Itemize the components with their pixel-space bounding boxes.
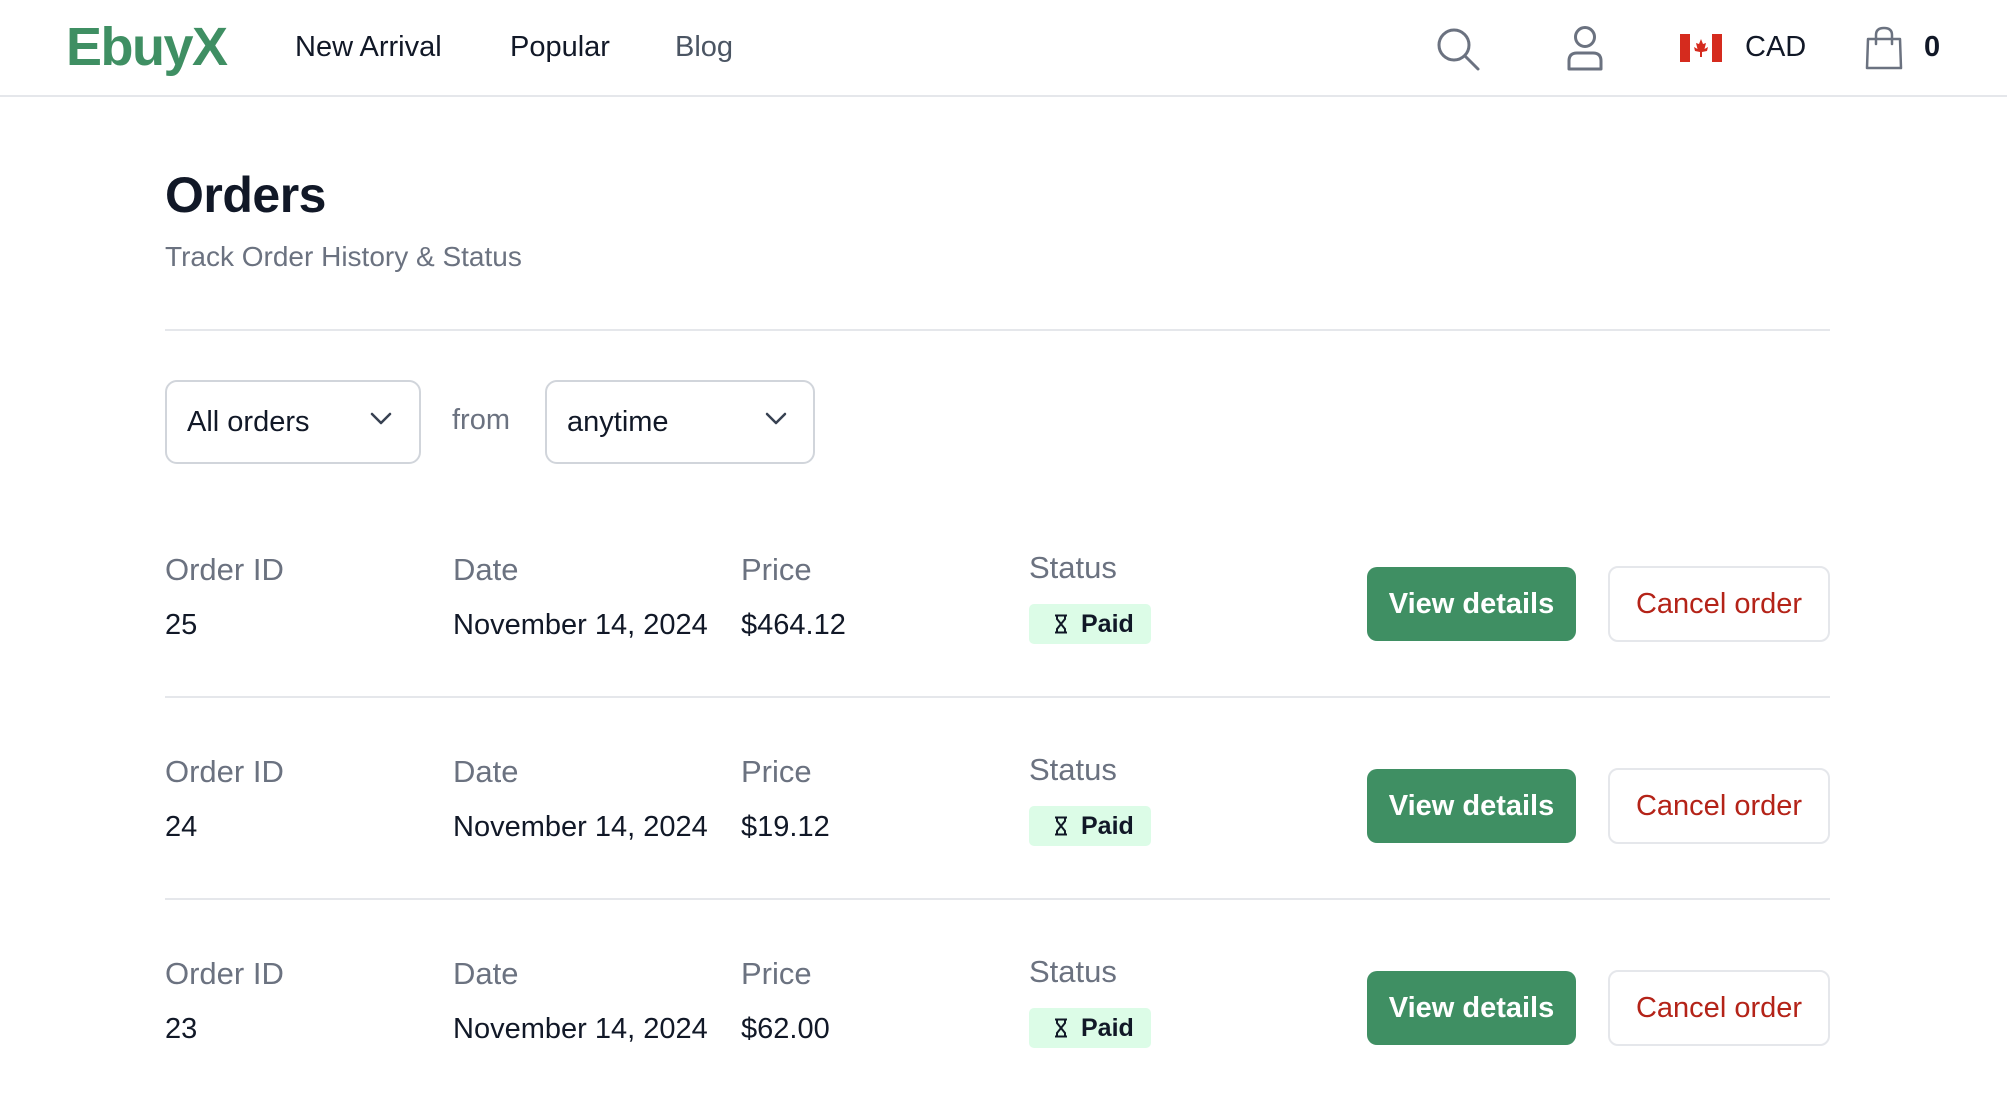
- hourglass-icon: [1053, 1018, 1069, 1043]
- chevron-down-icon: [370, 412, 392, 431]
- order-id-value: 23: [165, 1013, 198, 1045]
- price-label: Price: [741, 956, 812, 991]
- hourglass-icon: [1053, 816, 1069, 841]
- order-id-label: Order ID: [165, 552, 284, 587]
- currency-label[interactable]: CAD: [1745, 31, 1806, 64]
- title-divider: [165, 329, 1830, 331]
- shopping-bag-icon[interactable]: [1864, 26, 1904, 75]
- time-range-select[interactable]: anytime: [545, 380, 815, 464]
- user-icon[interactable]: [1566, 24, 1604, 77]
- order-row: Order ID 25 Date November 14, 2024 Price…: [165, 540, 1830, 742]
- date-label: Date: [453, 754, 519, 789]
- hourglass-icon: [1053, 614, 1069, 639]
- order-status-select[interactable]: All orders: [165, 380, 421, 464]
- orders-page: EbuyX New Arrival Popular Blog CAD 0 Ord…: [0, 0, 2007, 1095]
- order-row: Order ID 24 Date November 14, 2024 Price…: [165, 742, 1830, 944]
- nav-popular[interactable]: Popular: [510, 31, 610, 64]
- time-range-select-value: anytime: [567, 406, 669, 438]
- order-id-label: Order ID: [165, 754, 284, 789]
- canada-flag-icon[interactable]: [1680, 34, 1722, 67]
- view-details-button[interactable]: View details: [1367, 769, 1576, 843]
- price-value: $19.12: [741, 811, 830, 843]
- date-value: November 14, 2024: [453, 811, 708, 843]
- order-row: Order ID 23 Date November 14, 2024 Price…: [165, 944, 1830, 1095]
- nav-blog[interactable]: Blog: [675, 31, 733, 64]
- status-text: Paid: [1081, 610, 1134, 638]
- page-subtitle: Track Order History & Status: [165, 241, 522, 272]
- status-label: Status: [1029, 752, 1117, 787]
- view-details-button[interactable]: View details: [1367, 971, 1576, 1045]
- cancel-order-button[interactable]: Cancel order: [1608, 768, 1830, 844]
- chevron-down-icon: [765, 412, 787, 431]
- cancel-order-button[interactable]: Cancel order: [1608, 566, 1830, 642]
- date-label: Date: [453, 956, 519, 991]
- nav-new-arrival[interactable]: New Arrival: [295, 31, 442, 64]
- logo[interactable]: EbuyX: [66, 16, 228, 78]
- price-label: Price: [741, 754, 812, 789]
- price-label: Price: [741, 552, 812, 587]
- search-icon[interactable]: [1435, 26, 1481, 77]
- cancel-order-button[interactable]: Cancel order: [1608, 970, 1830, 1046]
- status-text: Paid: [1081, 812, 1134, 840]
- status-badge: Paid: [1029, 604, 1151, 644]
- order-status-select-value: All orders: [187, 406, 310, 438]
- order-id-label: Order ID: [165, 956, 284, 991]
- order-id-value: 25: [165, 609, 198, 641]
- price-value: $62.00: [741, 1013, 830, 1045]
- page-title: Orders: [165, 167, 326, 223]
- from-label: from: [452, 404, 510, 436]
- status-badge: Paid: [1029, 806, 1151, 846]
- order-id-value: 24: [165, 811, 198, 843]
- cart-count[interactable]: 0: [1924, 31, 1940, 64]
- date-value: November 14, 2024: [453, 609, 708, 641]
- status-text: Paid: [1081, 1014, 1134, 1042]
- status-label: Status: [1029, 954, 1117, 989]
- site-header: EbuyX New Arrival Popular Blog CAD 0: [0, 0, 2007, 97]
- status-badge: Paid: [1029, 1008, 1151, 1048]
- date-value: November 14, 2024: [453, 1013, 708, 1045]
- view-details-button[interactable]: View details: [1367, 567, 1576, 641]
- status-label: Status: [1029, 550, 1117, 585]
- price-value: $464.12: [741, 609, 846, 641]
- row-divider: [165, 898, 1830, 900]
- row-divider: [165, 696, 1830, 698]
- date-label: Date: [453, 552, 519, 587]
